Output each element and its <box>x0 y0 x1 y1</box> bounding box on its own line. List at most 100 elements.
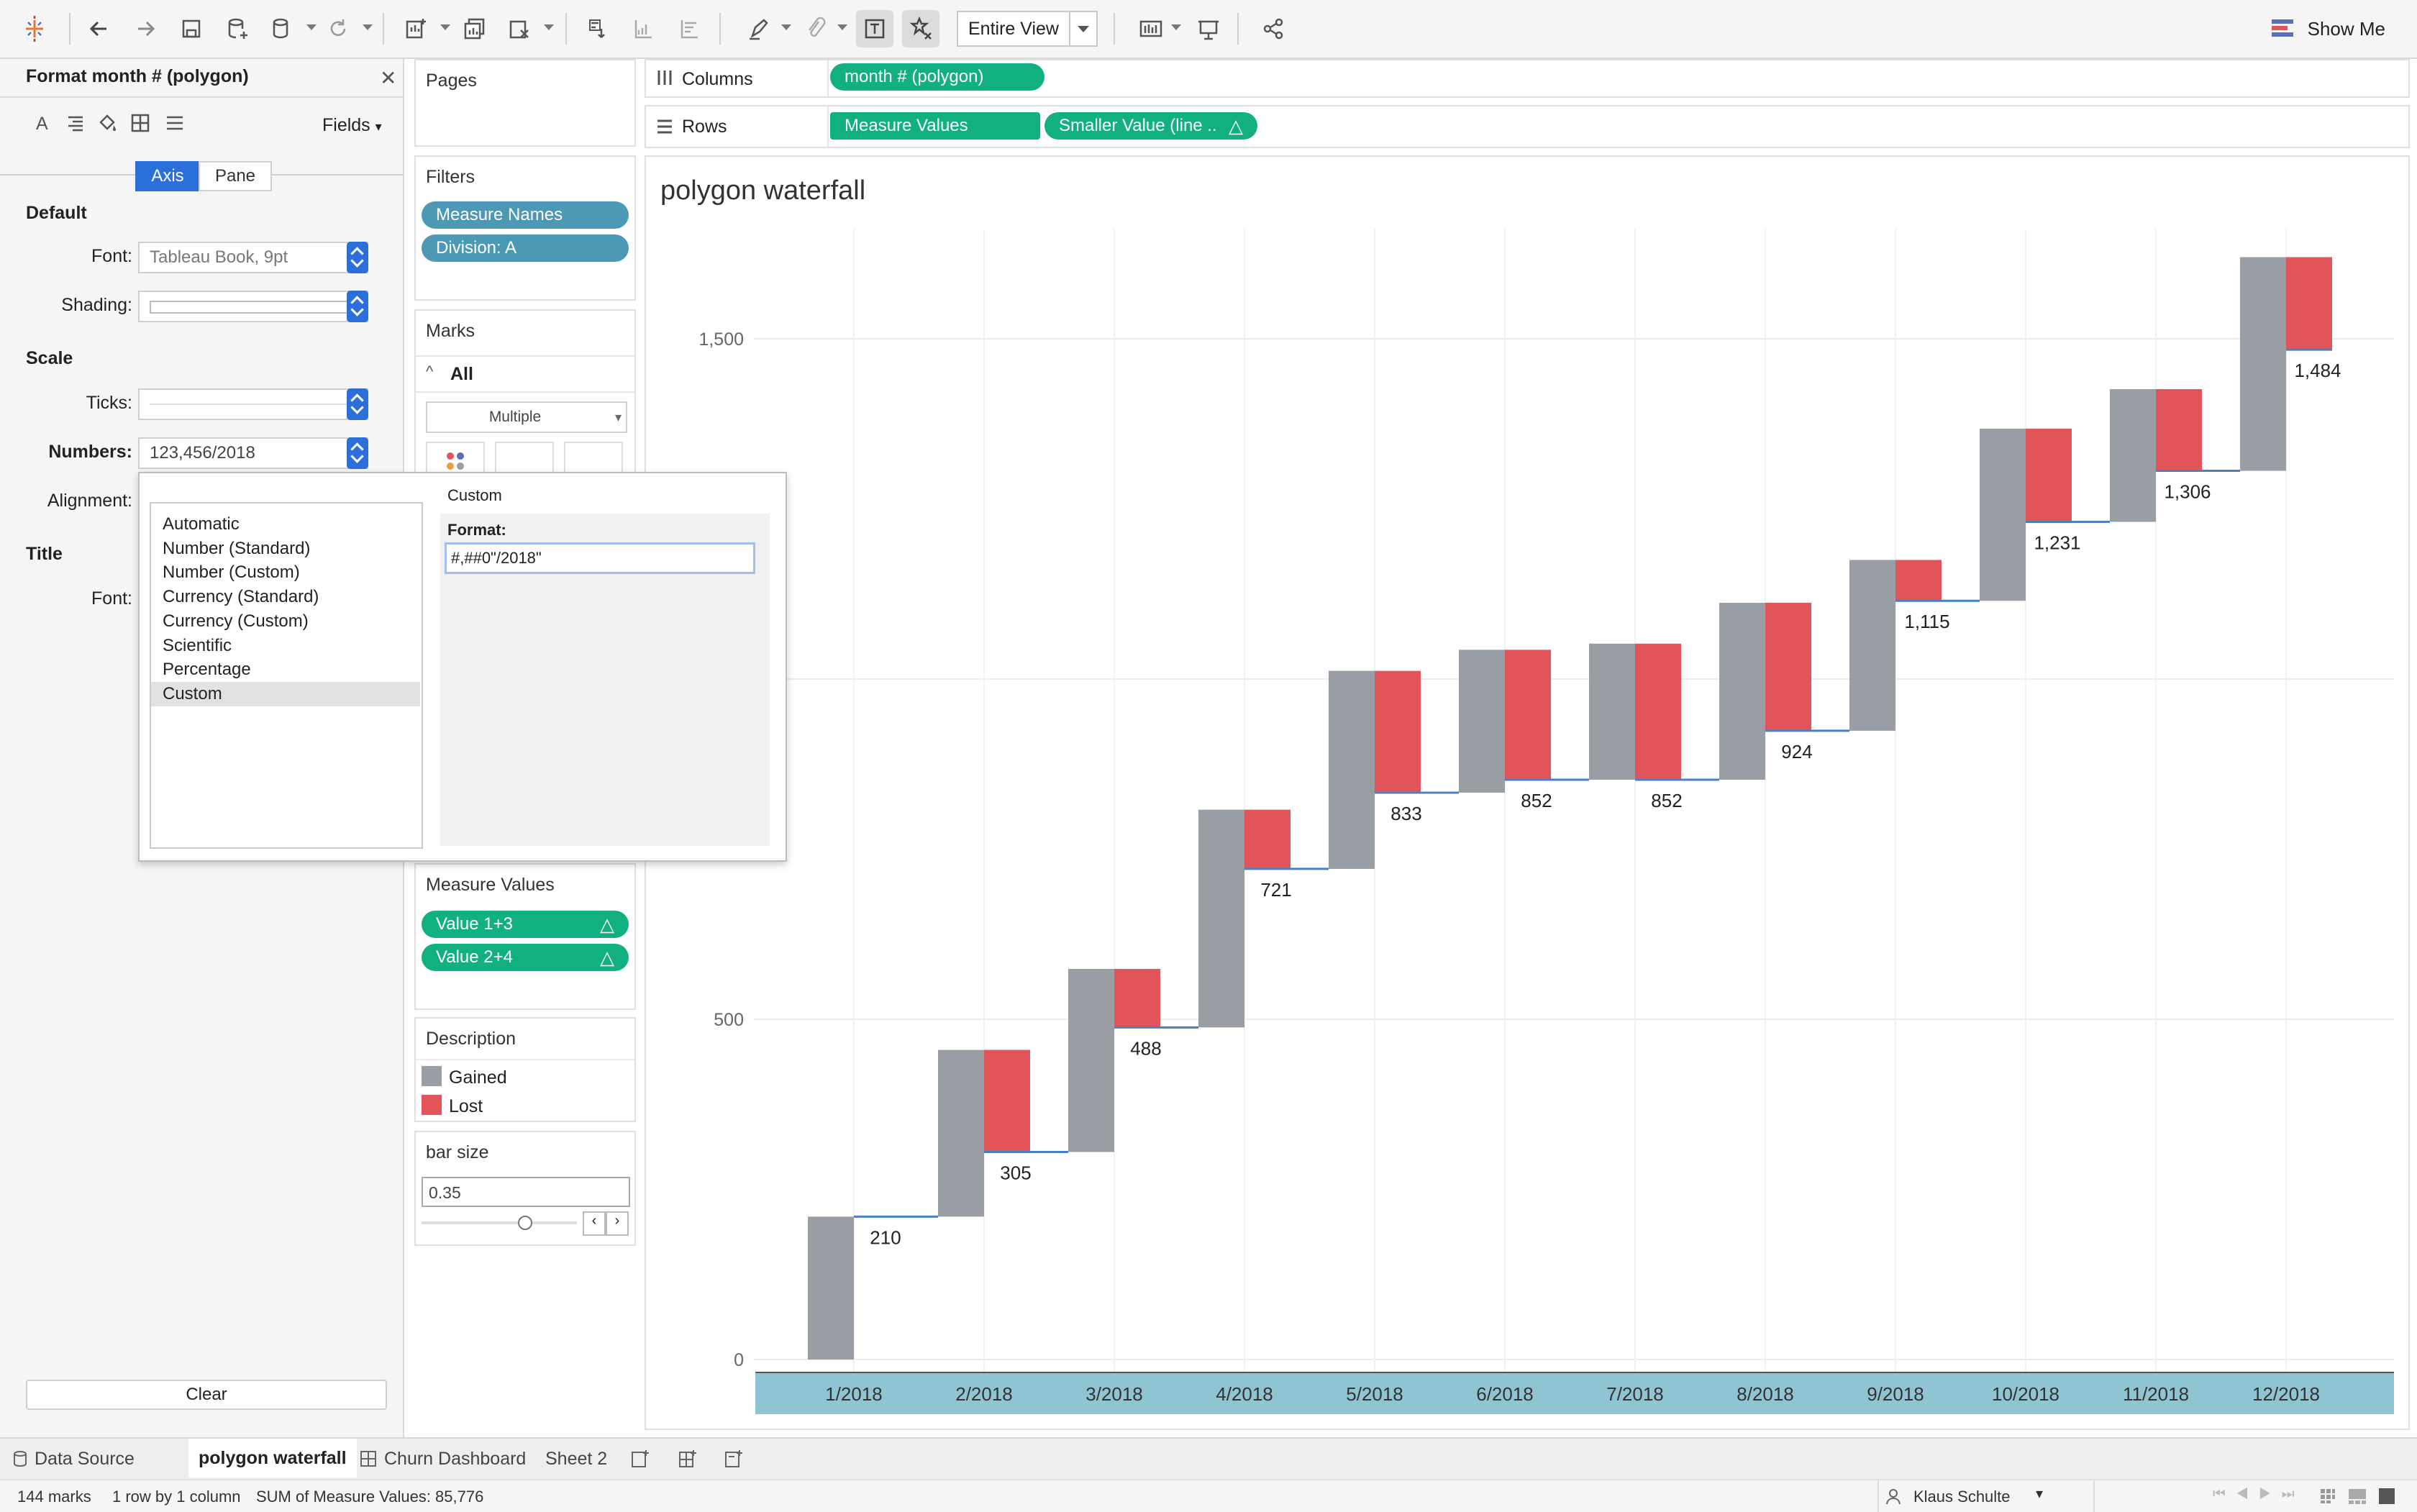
close-icon[interactable]: ✕ <box>380 66 396 90</box>
presentation-mode-icon[interactable] <box>1190 10 1227 47</box>
tableau-logo-icon[interactable] <box>16 10 53 47</box>
number-format-list[interactable]: Automatic Number (Standard) Number (Custom… <box>150 502 423 849</box>
measure-pill-value-1-3[interactable]: Value 1+3 △ <box>422 911 629 938</box>
sheet-navigation-icons[interactable]: ⏮◀▶⏭ <box>2213 1486 2305 1503</box>
legend-label-gained: Gained <box>449 1067 507 1088</box>
y-tick-label: 1,500 <box>698 329 744 350</box>
chevron-right-icon[interactable]: › <box>606 1211 629 1236</box>
share-icon[interactable] <box>1255 10 1292 47</box>
format-option-scientific[interactable]: Scientific <box>151 634 420 658</box>
format-option-automatic[interactable]: Automatic <box>151 512 420 537</box>
format-option-number-standard[interactable]: Number (Standard) <box>151 537 420 561</box>
tabs-view-icon[interactable] <box>2378 1488 2395 1505</box>
color-icon <box>447 452 464 470</box>
filter-pill-measure-names[interactable]: Measure Names <box>422 201 629 229</box>
undo-icon[interactable] <box>81 10 118 47</box>
format-option-currency-custom[interactable]: Currency (Custom) <box>151 609 420 634</box>
pages-shelf[interactable]: Pages <box>414 59 636 147</box>
measure-values-shelf[interactable]: Measure Values Value 1+3 △ Value 2+4 △ <box>414 863 636 1010</box>
tab-sheet-2[interactable]: Sheet 2 <box>545 1444 607 1473</box>
bar-lost <box>1635 643 1681 780</box>
mark-type-value: Multiple <box>488 409 542 425</box>
data-label: 852 <box>1521 790 1552 811</box>
new-worksheet-tab-icon[interactable] <box>630 1444 650 1473</box>
refresh-icon[interactable] <box>319 10 357 47</box>
bar-lost <box>1505 650 1551 780</box>
data-label: 924 <box>1781 741 1812 762</box>
measure-pill-value-2-4[interactable]: Value 2+4 △ <box>422 944 629 971</box>
bar-lost <box>984 1049 1030 1152</box>
duplicate-sheet-icon[interactable] <box>456 10 493 47</box>
highlight-icon[interactable] <box>739 10 777 47</box>
new-worksheet-icon[interactable] <box>397 10 434 47</box>
show-me-button[interactable]: Show Me <box>2271 13 2385 45</box>
fix-axes-icon[interactable] <box>902 10 939 47</box>
parameter-slider-handle[interactable] <box>518 1216 532 1230</box>
clear-sheet-icon[interactable] <box>501 10 538 47</box>
pause-updates-icon[interactable] <box>263 10 301 47</box>
legend-swatch-gained <box>422 1066 442 1086</box>
filter-pill-division[interactable]: Division: A <box>422 234 629 262</box>
rows-shelf[interactable]: Rows Measure Values Smaller Value (line … <box>645 105 2410 148</box>
new-data-source-icon[interactable] <box>219 10 256 47</box>
alignment-format-icon[interactable] <box>66 114 85 136</box>
tab-pane[interactable]: Pane <box>199 161 272 191</box>
tab-churn-dashboard[interactable]: Churn Dashboard <box>360 1444 526 1473</box>
format-input[interactable]: #,##0"/2018" <box>445 542 755 574</box>
legend-swatch-lost <box>422 1095 442 1115</box>
tab-data-source[interactable]: Data Source <box>13 1444 135 1473</box>
x-tick-label: 6/2018 <box>1476 1383 1534 1405</box>
fields-dropdown[interactable]: Fields ▾ <box>322 115 382 136</box>
chevron-down-icon: ▾ <box>375 119 382 134</box>
format-option-currency-standard[interactable]: Currency (Standard) <box>151 585 420 609</box>
format-option-custom[interactable]: Custom <box>151 681 420 706</box>
waterfall-chart[interactable]: 0 500 1,500 210 1/2018 305 2/2018 488 3/2018 721 4… <box>646 157 2408 1429</box>
swap-rows-columns-icon[interactable] <box>580 10 617 47</box>
fit-view-select[interactable]: Entire View <box>957 11 1098 47</box>
new-dashboard-tab-icon[interactable] <box>678 1444 698 1473</box>
rows-pill-smaller-value[interactable]: Smaller Value (line .. △ <box>1044 112 1257 140</box>
parameter-slider-track[interactable] <box>422 1221 577 1224</box>
stepper-icon <box>347 242 368 273</box>
format-option-number-custom[interactable]: Number (Custom) <box>151 560 420 585</box>
legend-title: Description <box>426 1029 516 1049</box>
status-user[interactable]: Klaus Schulte <box>1913 1488 2011 1506</box>
x-tick-label: 11/2018 <box>2123 1383 2189 1405</box>
show-mark-labels-icon[interactable] <box>856 10 893 47</box>
redo-icon[interactable] <box>127 10 164 47</box>
tab-axis[interactable]: Axis <box>135 161 200 191</box>
lines-format-icon[interactable] <box>165 114 184 136</box>
columns-shelf[interactable]: Columns month # (polygon) <box>645 59 2410 98</box>
save-icon[interactable] <box>173 10 210 47</box>
numbers-select[interactable]: 123,456/2018 <box>138 437 368 469</box>
font-select[interactable]: Tableau Book, 9pt <box>138 242 368 273</box>
borders-format-icon[interactable] <box>131 114 150 136</box>
mark-type-select[interactable]: Multiple ▾ <box>426 401 627 433</box>
chevron-down-icon[interactable]: ▾ <box>2036 1485 2043 1503</box>
parameter-input[interactable]: 0.35 <box>422 1177 630 1207</box>
pages-title: Pages <box>426 70 477 91</box>
shading-select[interactable] <box>138 291 368 322</box>
ticks-select[interactable] <box>138 388 368 420</box>
group-members-icon[interactable] <box>797 10 834 47</box>
tab-polygon-waterfall[interactable]: polygon waterfall <box>188 1439 357 1477</box>
rows-pill-measure-values[interactable]: Measure Values <box>830 112 1040 140</box>
x-tick-label: 9/2018 <box>1867 1383 1924 1405</box>
filters-shelf[interactable]: Filters Measure Names Division: A <box>414 155 636 301</box>
format-option-percentage[interactable]: Percentage <box>151 657 420 682</box>
filmstrip-icon[interactable] <box>2348 1488 2367 1505</box>
chevron-left-icon[interactable]: ‹ <box>583 1211 606 1236</box>
shading-format-icon[interactable] <box>96 112 118 136</box>
numbers-label: Numbers: <box>48 442 132 462</box>
clear-button[interactable]: Clear <box>26 1380 387 1410</box>
data-label: 721 <box>1260 879 1291 901</box>
font-format-icon[interactable]: A <box>36 114 48 135</box>
collapse-icon[interactable]: ^ <box>426 363 433 381</box>
columns-pill[interactable]: month # (polygon) <box>830 63 1044 91</box>
sort-ascending-icon[interactable] <box>624 10 662 47</box>
measure-pill-label: Value 2+4 <box>436 947 513 967</box>
sheet-sorter-icon[interactable] <box>2319 1488 2336 1505</box>
show-cards-icon[interactable] <box>1132 10 1170 47</box>
sort-descending-icon[interactable] <box>670 10 708 47</box>
new-story-tab-icon[interactable] <box>724 1444 744 1473</box>
